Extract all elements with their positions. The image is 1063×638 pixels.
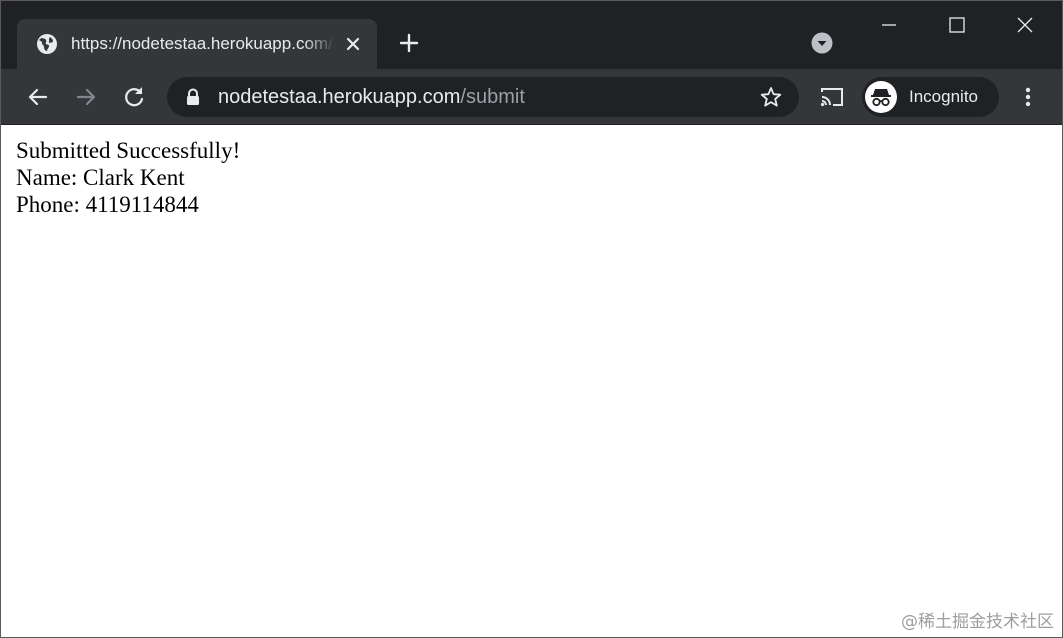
back-arrow-icon[interactable] bbox=[25, 84, 51, 110]
phone-text: Phone: 4119114844 bbox=[16, 192, 199, 217]
address-bar[interactable]: nodetestaa.herokuapp.com/submit bbox=[167, 77, 799, 117]
name-text: Name: Clark Kent bbox=[16, 165, 185, 190]
url-path: /submit bbox=[460, 86, 525, 108]
page-content: Submitted Successfully! Name: Clark Kent… bbox=[1, 126, 1062, 637]
incognito-icon bbox=[865, 81, 897, 113]
close-tab-icon[interactable] bbox=[342, 33, 364, 55]
cast-icon[interactable] bbox=[819, 86, 845, 108]
url-host: nodetestaa.herokuapp.com bbox=[218, 86, 461, 108]
new-tab-icon[interactable] bbox=[397, 31, 421, 55]
tab-title: https://nodetestaa.herokuapp.com/submit bbox=[71, 34, 335, 53]
maximize-icon[interactable] bbox=[945, 13, 969, 37]
toolbar: nodetestaa.herokuapp.com/submit Incognit… bbox=[1, 69, 1062, 125]
browser-window: https://nodetestaa.herokuapp.com/submit bbox=[0, 0, 1063, 638]
watermark: @稀土掘金技术社区 bbox=[901, 612, 1054, 632]
kebab-menu-icon[interactable] bbox=[1017, 84, 1039, 110]
tab-search-icon[interactable] bbox=[811, 32, 833, 54]
tab-strip: https://nodetestaa.herokuapp.com/submit bbox=[1, 1, 1062, 69]
bookmark-star-icon[interactable] bbox=[760, 86, 782, 108]
lock-icon[interactable] bbox=[185, 88, 201, 106]
incognito-profile-button[interactable]: Incognito bbox=[862, 77, 999, 117]
tab-active[interactable]: https://nodetestaa.herokuapp.com/submit bbox=[17, 19, 377, 69]
forward-arrow-icon[interactable] bbox=[73, 84, 99, 110]
success-message: Submitted Successfully! bbox=[16, 138, 241, 163]
minimize-icon[interactable] bbox=[877, 13, 901, 37]
incognito-label: Incognito bbox=[909, 87, 978, 106]
url-text[interactable]: nodetestaa.herokuapp.com/submit bbox=[218, 85, 525, 109]
reload-icon[interactable] bbox=[121, 84, 147, 110]
close-window-icon[interactable] bbox=[1013, 13, 1037, 37]
globe-icon bbox=[35, 32, 59, 56]
